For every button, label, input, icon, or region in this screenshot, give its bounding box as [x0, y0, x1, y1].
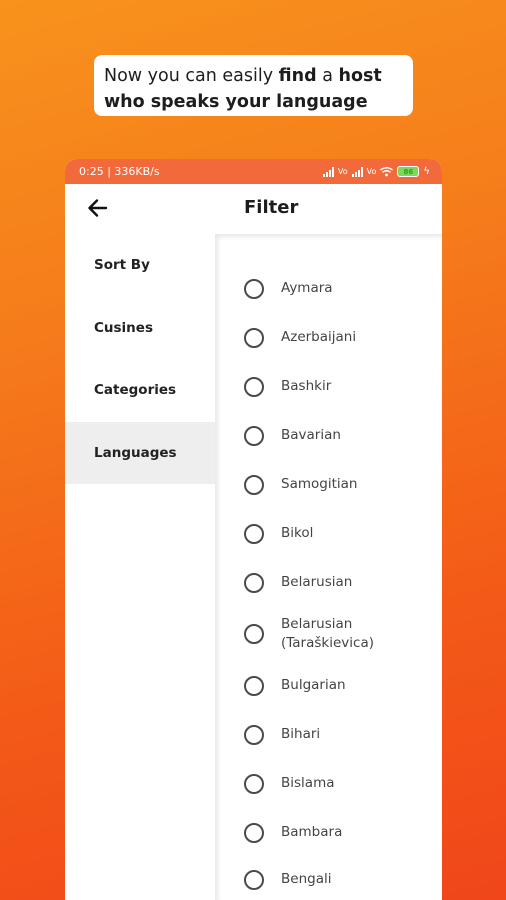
- language-option[interactable]: Samogitian: [215, 461, 442, 509]
- phone-screen: 0:25 | 336KB/s Vo Vo 86 ϟ Filter Sort By…: [65, 159, 442, 900]
- caption-text: a: [316, 66, 339, 86]
- radio-button[interactable]: [244, 624, 264, 644]
- caption-bold-host: host: [338, 66, 382, 86]
- language-label: Belarusian (Taraškievica): [281, 616, 374, 651]
- language-option[interactable]: Belarusian (Taraškievica): [215, 610, 442, 658]
- language-label: Bashkir: [281, 378, 332, 394]
- status-icons: Vo Vo 86 ϟ: [322, 166, 430, 177]
- volte-label: Vo: [366, 167, 377, 176]
- language-options-list: Aymara Azerbaijani Bashkir Bavarian Samogiti…: [215, 234, 442, 900]
- language-option[interactable]: Aymara: [215, 265, 442, 313]
- app-bar: Filter: [65, 184, 442, 234]
- language-option[interactable]: Bavarian: [215, 412, 442, 460]
- radio-button[interactable]: [244, 725, 264, 745]
- caption-bold-find: find: [278, 66, 317, 86]
- radio-button[interactable]: [244, 377, 264, 397]
- language-label: Bulgarian: [281, 677, 346, 693]
- language-label: Bislama: [281, 775, 335, 791]
- signal-icon: [322, 166, 334, 177]
- sidebar-item-categories[interactable]: Categories: [65, 359, 215, 422]
- sidebar-item-sort-by[interactable]: Sort By: [65, 234, 215, 297]
- language-option[interactable]: Bulgarian: [215, 662, 442, 710]
- language-label: Bambara: [281, 824, 343, 840]
- language-option[interactable]: Bikol: [215, 510, 442, 558]
- sidebar-item-languages[interactable]: Languages: [65, 421, 215, 484]
- caption-line-1: Now you can easily find a host: [104, 63, 403, 89]
- page-title: Filter: [244, 197, 299, 218]
- battery-icon: 86: [397, 166, 420, 177]
- language-option[interactable]: Azerbaijani: [215, 314, 442, 362]
- radio-button[interactable]: [244, 676, 264, 696]
- sidebar-item-cusines[interactable]: Cusines: [65, 297, 215, 360]
- language-option[interactable]: Bengali: [215, 856, 442, 900]
- language-label: Aymara: [281, 280, 333, 296]
- radio-button[interactable]: [244, 475, 264, 495]
- language-option[interactable]: Bambara: [215, 809, 442, 857]
- signal-icon: [351, 166, 363, 177]
- radio-button[interactable]: [244, 524, 264, 544]
- volte-label: Vo: [337, 167, 348, 176]
- language-option[interactable]: Bashkir: [215, 363, 442, 411]
- filter-sidebar: Sort By Cusines Categories Languages: [65, 234, 215, 900]
- language-label: Samogitian: [281, 476, 358, 492]
- status-time: 0:25 | 336KB/s: [79, 165, 160, 178]
- radio-button[interactable]: [244, 279, 264, 299]
- caption-text: Now you can easily: [104, 66, 279, 86]
- language-label: Bavarian: [281, 427, 341, 443]
- back-arrow-icon[interactable]: [85, 195, 111, 221]
- language-option[interactable]: Bislama: [215, 760, 442, 808]
- language-label: Belarusian: [281, 574, 353, 590]
- radio-button[interactable]: [244, 328, 264, 348]
- status-bar: 0:25 | 336KB/s Vo Vo 86 ϟ: [65, 159, 442, 184]
- radio-button[interactable]: [244, 774, 264, 794]
- wifi-icon: [380, 166, 394, 176]
- language-label: Bikol: [281, 525, 314, 541]
- radio-button[interactable]: [244, 870, 264, 890]
- language-label: Bengali: [281, 871, 332, 887]
- radio-button[interactable]: [244, 573, 264, 593]
- radio-button[interactable]: [244, 823, 264, 843]
- radio-button[interactable]: [244, 426, 264, 446]
- caption-bold-line: who speaks your language: [104, 92, 368, 112]
- language-option[interactable]: Bihari: [215, 711, 442, 759]
- caption-line-2: who speaks your language: [104, 89, 403, 115]
- language-label: Bihari: [281, 726, 321, 742]
- language-label: Azerbaijani: [281, 329, 357, 345]
- language-option[interactable]: Belarusian: [215, 559, 442, 607]
- promo-caption: Now you can easily find a host who speak…: [94, 55, 413, 116]
- charging-icon: ϟ: [423, 166, 430, 177]
